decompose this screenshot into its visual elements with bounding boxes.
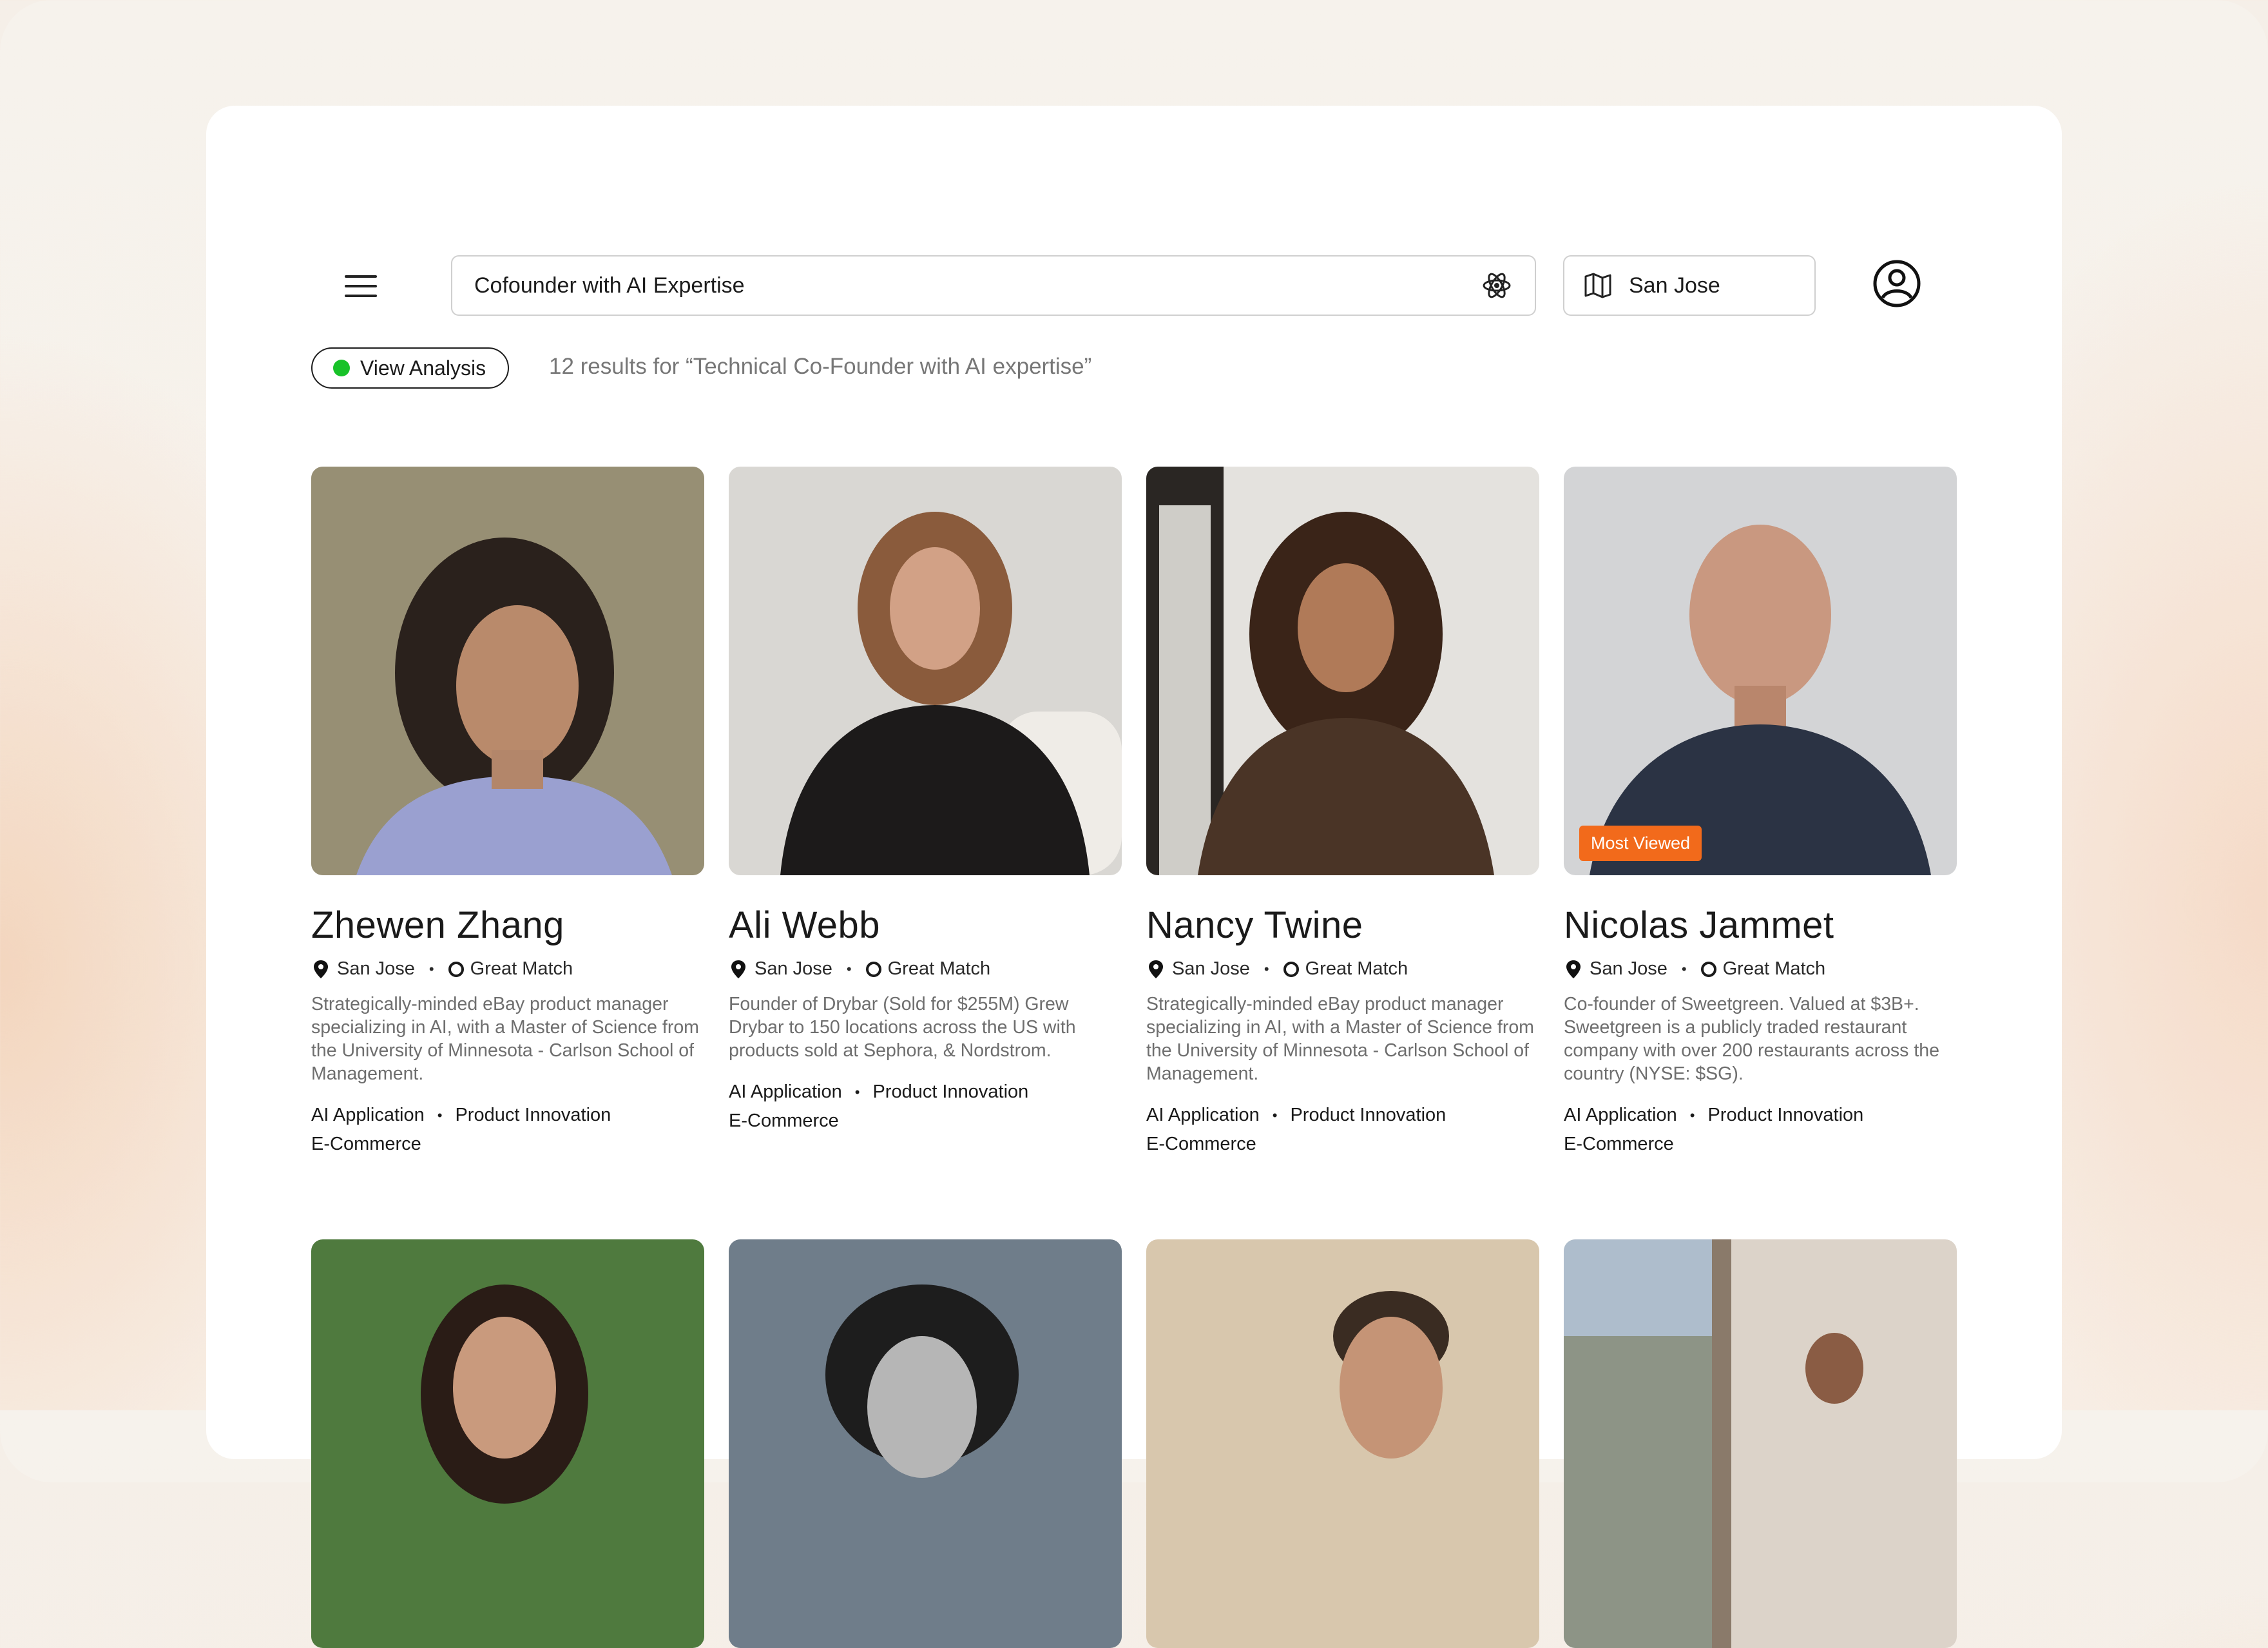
match-label: Great Match bbox=[1722, 958, 1826, 979]
match-label: Great Match bbox=[470, 958, 573, 979]
profile-card[interactable]: Ali Webb San Jose • Great Match Founder … bbox=[729, 467, 1122, 1135]
match-label: Great Match bbox=[887, 958, 991, 979]
profile-card[interactable] bbox=[1564, 1239, 1957, 1648]
profile-photo[interactable] bbox=[1146, 1239, 1539, 1648]
tag[interactable]: E-Commerce bbox=[1564, 1134, 1674, 1154]
profile-location: San Jose bbox=[1172, 958, 1250, 979]
tag[interactable]: E-Commerce bbox=[311, 1134, 421, 1154]
separator: • bbox=[1689, 1107, 1695, 1124]
profile-photo[interactable] bbox=[1146, 467, 1539, 875]
tag[interactable]: Product Innovation bbox=[872, 1081, 1028, 1102]
profile-name[interactable]: Nancy Twine bbox=[1146, 904, 1539, 947]
profile-location: San Jose bbox=[754, 958, 832, 979]
tag[interactable]: AI Application bbox=[311, 1105, 425, 1125]
map-icon bbox=[1584, 273, 1611, 298]
location-pin-icon bbox=[1149, 960, 1163, 978]
view-analysis-button[interactable]: View Analysis bbox=[311, 347, 510, 389]
profile-photo[interactable] bbox=[729, 467, 1122, 875]
tag[interactable]: Product Innovation bbox=[1707, 1105, 1863, 1125]
separator: • bbox=[1272, 1107, 1278, 1124]
match-ring-icon bbox=[1283, 961, 1299, 977]
profile-tags: AI Application • Product Innovation E-Comm… bbox=[1564, 1101, 1957, 1158]
profile-tags: AI Application • Product Innovation E-Comm… bbox=[311, 1101, 704, 1158]
location-pin-icon bbox=[1566, 960, 1581, 978]
profile-name[interactable]: Nicolas Jammet bbox=[1564, 904, 1957, 947]
profile-photo[interactable] bbox=[729, 1239, 1122, 1648]
main-panel: Cofounder with AI Expertise San Jose Vie… bbox=[206, 106, 2062, 1648]
profile-card[interactable]: Zhewen Zhang San Jose • Great Match Stra… bbox=[311, 467, 704, 1158]
match-ring-icon bbox=[865, 961, 881, 977]
location-pin-icon bbox=[731, 960, 745, 978]
profile-photo[interactable] bbox=[1564, 1239, 1957, 1648]
tag[interactable]: E-Commerce bbox=[1146, 1134, 1256, 1154]
view-analysis-label: View Analysis bbox=[360, 356, 486, 380]
separator: • bbox=[1264, 960, 1269, 977]
tag[interactable]: Product Innovation bbox=[1290, 1105, 1446, 1125]
profile-description: Founder of Drybar (Sold for $255M) Grew … bbox=[729, 994, 1076, 1061]
profile-name[interactable]: Zhewen Zhang bbox=[311, 904, 704, 947]
profile-meta: San Jose • Great Match bbox=[1146, 958, 1539, 980]
separator: • bbox=[854, 1084, 860, 1101]
match-ring-icon bbox=[1700, 961, 1716, 977]
separator: • bbox=[437, 1107, 443, 1124]
search-input[interactable]: Cofounder with AI Expertise bbox=[451, 255, 1536, 316]
menu-icon[interactable] bbox=[341, 267, 380, 305]
profile-photo[interactable]: Most Viewed bbox=[1564, 467, 1957, 875]
profile-description: Co-founder of Sweetgreen. Valued at $3B+… bbox=[1564, 994, 1939, 1084]
tag[interactable]: AI Application bbox=[729, 1081, 842, 1102]
profile-description: Strategically-minded eBay product manage… bbox=[311, 994, 699, 1084]
location-value: San Jose bbox=[1629, 273, 1720, 298]
profile-meta: San Jose • Great Match bbox=[311, 958, 704, 980]
tag[interactable]: E-Commerce bbox=[729, 1110, 839, 1131]
tag[interactable]: AI Application bbox=[1564, 1105, 1677, 1125]
separator: • bbox=[1681, 960, 1687, 977]
profile-card[interactable] bbox=[729, 1239, 1122, 1648]
match-ring-icon bbox=[448, 961, 464, 977]
tag[interactable]: AI Application bbox=[1146, 1105, 1260, 1125]
profile-tags: AI Application • Product Innovation E-Comm… bbox=[729, 1078, 1122, 1135]
profile-photo[interactable] bbox=[311, 1239, 704, 1648]
profile-name[interactable]: Ali Webb bbox=[729, 904, 1122, 947]
search-input-value[interactable]: Cofounder with AI Expertise bbox=[474, 273, 1481, 298]
profile-location: San Jose bbox=[1590, 958, 1667, 979]
profile-meta: San Jose • Great Match bbox=[729, 958, 1122, 980]
user-icon[interactable] bbox=[1872, 259, 1921, 308]
location-pin-icon bbox=[314, 960, 328, 978]
match-label: Great Match bbox=[1305, 958, 1408, 979]
profile-card[interactable]: Nancy Twine San Jose • Great Match Strat… bbox=[1146, 467, 1539, 1158]
results-count: 12 results for “Technical Co-Founder wit… bbox=[549, 354, 1092, 379]
profile-description: Strategically-minded eBay product manage… bbox=[1146, 994, 1534, 1084]
most-viewed-badge: Most Viewed bbox=[1579, 826, 1702, 861]
profile-card[interactable]: Most Viewed Nicolas Jammet San Jose • Gr… bbox=[1564, 467, 1957, 1158]
location-selector[interactable]: San Jose bbox=[1563, 255, 1816, 316]
profile-card[interactable] bbox=[1146, 1239, 1539, 1648]
atom-icon[interactable] bbox=[1481, 269, 1513, 302]
profile-location: San Jose bbox=[337, 958, 415, 979]
profile-card[interactable] bbox=[311, 1239, 704, 1648]
profile-photo[interactable] bbox=[311, 467, 704, 875]
profile-tags: AI Application • Product Innovation E-Comm… bbox=[1146, 1101, 1539, 1158]
separator: • bbox=[428, 960, 434, 977]
tag[interactable]: Product Innovation bbox=[455, 1105, 611, 1125]
status-dot bbox=[333, 360, 350, 376]
separator: • bbox=[846, 960, 852, 977]
profile-meta: San Jose • Great Match bbox=[1564, 958, 1957, 980]
